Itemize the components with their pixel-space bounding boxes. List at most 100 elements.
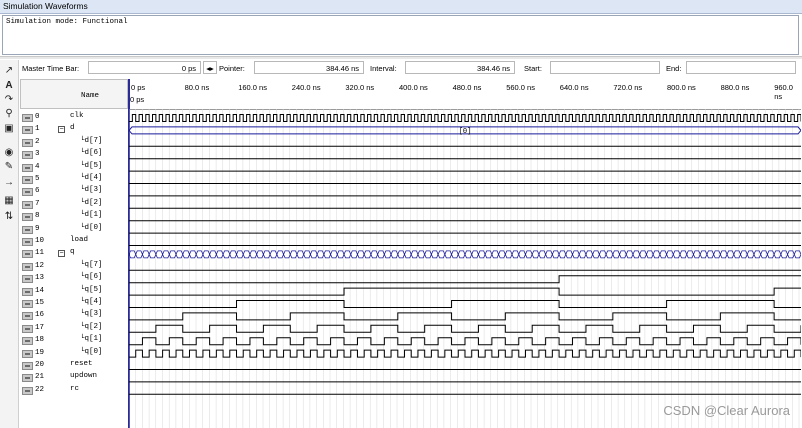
ruler-tick-label: 800.0 ns <box>667 83 696 92</box>
bus-segment <box>766 250 775 259</box>
bus-segment <box>215 250 224 259</box>
pin-icon <box>22 138 33 147</box>
signal-row[interactable]: 2 └d[7] <box>20 137 130 149</box>
bus-segment <box>551 250 560 259</box>
signal-row[interactable]: 3 └d[6] <box>20 149 130 161</box>
signal-row[interactable]: 0 clk <box>20 112 130 124</box>
bus-segment <box>632 250 641 259</box>
interval-field[interactable]: 384.46 ns <box>405 61 515 74</box>
bus-segment <box>693 250 701 259</box>
pin-icon <box>22 300 33 308</box>
bus-segment <box>357 250 365 259</box>
group-icon[interactable]: ▦ <box>2 194 16 207</box>
bus-segment <box>168 250 177 259</box>
signal-index: 4 <box>35 162 40 171</box>
start-field[interactable] <box>550 61 660 74</box>
signal-name: load <box>70 236 89 244</box>
signal-name: └d[2] <box>80 198 103 207</box>
bus-segment <box>310 250 318 259</box>
signal-row[interactable]: 11 − q <box>20 248 130 260</box>
signal-row[interactable]: 22 rc <box>20 385 130 397</box>
pin-icon <box>22 362 33 370</box>
signal-index: 6 <box>35 187 40 196</box>
bus-segment <box>572 250 580 259</box>
signal-row[interactable]: 1 − d <box>20 124 130 136</box>
bus-segment <box>236 250 244 259</box>
signal-row[interactable]: 8 └d[1] <box>20 211 130 223</box>
signal-index: 18 <box>35 336 45 345</box>
bus-segment <box>773 250 782 259</box>
bus-segment <box>195 250 204 259</box>
signal-name: └q[7] <box>80 260 103 269</box>
master-time-bar-field[interactable]: 0 ps <box>88 61 201 74</box>
arrow-right-icon[interactable]: → <box>2 176 16 189</box>
signal-row[interactable]: 19 └q[0] <box>20 348 130 360</box>
signal-row[interactable]: 17 └q[2] <box>20 323 130 335</box>
bus-segment <box>578 250 587 259</box>
ruler-tick-label: 560.0 ns <box>506 83 535 92</box>
replace-icon[interactable]: ✎ <box>2 160 16 173</box>
signal-index: 10 <box>35 237 45 245</box>
end-label: End: <box>666 64 682 73</box>
bus-segment <box>585 250 594 259</box>
collapse-icon[interactable]: − <box>58 250 65 258</box>
waveforms: [0] <box>129 109 801 428</box>
waveform-canvas[interactable]: [0] <box>129 109 801 428</box>
signal-row[interactable]: 7 └d[2] <box>20 199 130 211</box>
signal-row[interactable]: 16 └q[3] <box>20 310 130 322</box>
time-bar-stepper[interactable]: ◂▸ <box>203 61 217 74</box>
signal-row[interactable]: 14 └q[5] <box>20 286 130 298</box>
bus-segment <box>276 250 284 259</box>
fullscreen-icon[interactable]: ▣ <box>2 122 16 135</box>
signal-row[interactable]: 10 load <box>20 236 130 248</box>
bus-segment <box>256 250 264 259</box>
signal-index: 11 <box>35 249 45 258</box>
bus-segment <box>330 250 338 259</box>
pin-icon <box>22 374 33 383</box>
signal-row[interactable]: 5 └d[4] <box>20 174 130 186</box>
signal-row[interactable]: 18 └q[1] <box>20 335 130 347</box>
pointer-label: Pointer: <box>219 64 245 73</box>
signal-row[interactable]: 12 └q[7] <box>20 261 130 273</box>
end-field[interactable] <box>686 61 796 74</box>
bus-segment <box>686 250 694 259</box>
sort-icon[interactable]: ⇅ <box>2 210 16 223</box>
bus-segment <box>699 250 708 259</box>
waveform-line <box>129 337 801 346</box>
name-column-header[interactable]: Name <box>20 79 128 109</box>
signal-row[interactable]: 9 └d[0] <box>20 224 130 236</box>
pin-icon <box>22 225 33 234</box>
signal-row[interactable]: 20 reset <box>20 360 130 372</box>
signal-name: └d[5] <box>80 161 103 170</box>
signal-index: 20 <box>35 361 45 369</box>
pin-icon <box>22 250 33 259</box>
waveform-edit-icon[interactable]: ↷ <box>2 93 16 106</box>
signal-row[interactable]: 6 └d[3] <box>20 186 130 198</box>
bus-segment <box>189 250 197 259</box>
signal-name: q <box>70 248 75 257</box>
collapse-icon[interactable]: − <box>58 126 65 134</box>
select-icon[interactable]: ↗ <box>2 64 16 77</box>
waveform-line <box>129 324 801 333</box>
pin-icon <box>22 213 33 222</box>
zoom-icon[interactable]: ⚲ <box>2 107 16 120</box>
text-icon[interactable]: A <box>2 79 16 92</box>
pointer-field[interactable]: 384.46 ns <box>254 61 364 74</box>
signal-row[interactable]: 15 └q[4] <box>20 298 130 310</box>
find-icon[interactable]: ◉ <box>2 146 16 159</box>
bus-segment <box>592 250 600 259</box>
signal-row[interactable]: 21 updown <box>20 372 130 384</box>
bus-segment <box>713 250 721 259</box>
bus-segment <box>343 250 352 259</box>
ruler-tick-label: 400.0 ns <box>399 83 428 92</box>
ruler-tick-label: 80.0 ns <box>184 83 210 92</box>
time-ruler[interactable]: 0 ps 0 ps 80.0 ns 160.0 ns 240.0 ns 320.0 ns… <box>129 79 801 110</box>
ruler-tick-label: 880.0 ns <box>720 83 750 92</box>
signal-index: 22 <box>35 385 45 394</box>
signal-row[interactable]: 4 └d[5] <box>20 162 130 174</box>
splitter[interactable] <box>0 56 802 59</box>
bus-segment <box>289 250 298 259</box>
pin-icon <box>22 163 33 172</box>
master-time-bar-label: Master Time Bar: <box>22 64 80 73</box>
signal-row[interactable]: 13 └q[6] <box>20 273 130 285</box>
